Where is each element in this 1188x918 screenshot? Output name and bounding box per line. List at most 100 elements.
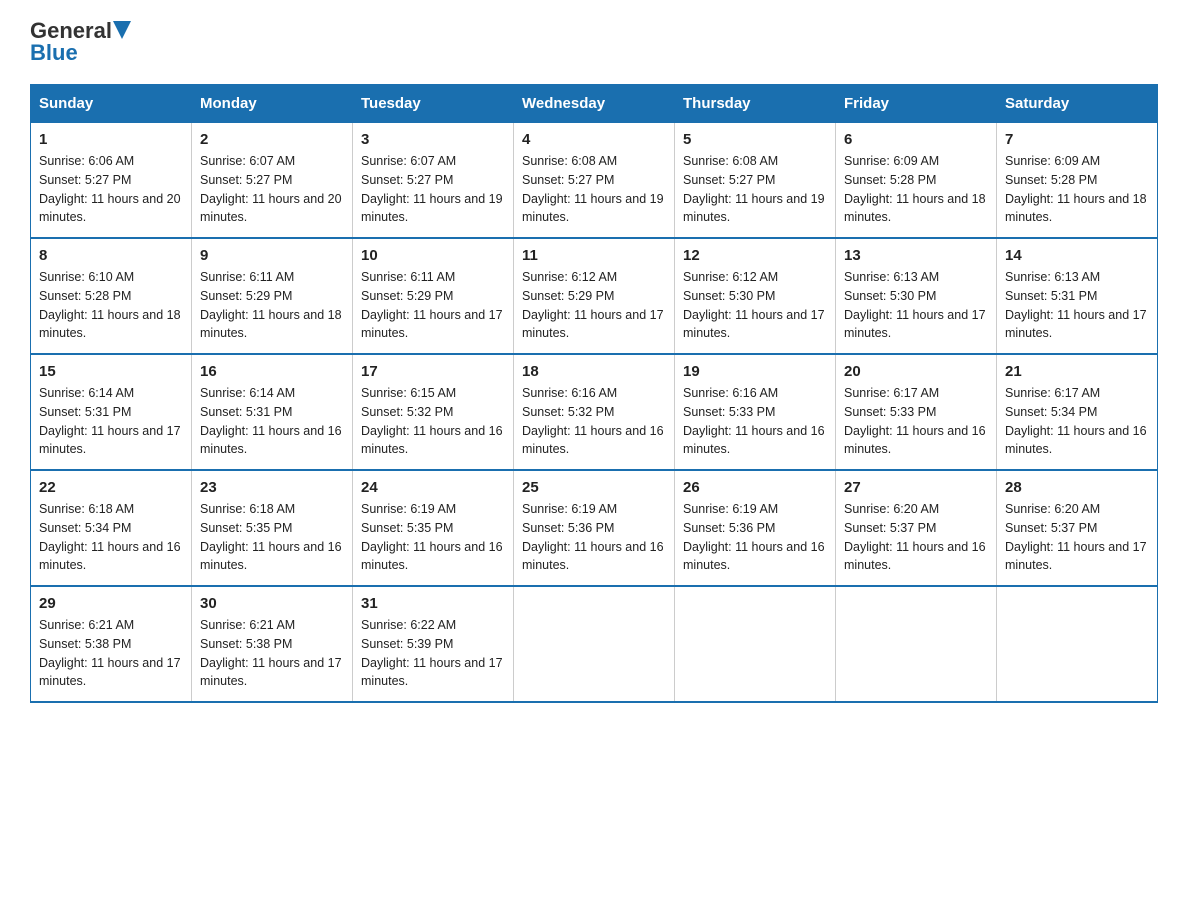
calendar-cell: 7 Sunrise: 6:09 AMSunset: 5:28 PMDayligh…: [997, 123, 1158, 239]
calendar-table: SundayMondayTuesdayWednesdayThursdayFrid…: [30, 84, 1158, 703]
day-info: Sunrise: 6:12 AMSunset: 5:30 PMDaylight:…: [683, 270, 825, 340]
header-monday: Monday: [192, 85, 353, 123]
day-number: 14: [1005, 247, 1149, 264]
header-friday: Friday: [836, 85, 997, 123]
calendar-cell: 14 Sunrise: 6:13 AMSunset: 5:31 PMDaylig…: [997, 238, 1158, 354]
day-info: Sunrise: 6:09 AMSunset: 5:28 PMDaylight:…: [844, 154, 986, 224]
day-info: Sunrise: 6:18 AMSunset: 5:34 PMDaylight:…: [39, 502, 181, 572]
day-info: Sunrise: 6:14 AMSunset: 5:31 PMDaylight:…: [39, 386, 181, 456]
calendar-cell: 2 Sunrise: 6:07 AMSunset: 5:27 PMDayligh…: [192, 123, 353, 239]
calendar-header-row: SundayMondayTuesdayWednesdayThursdayFrid…: [31, 85, 1158, 123]
calendar-cell: 11 Sunrise: 6:12 AMSunset: 5:29 PMDaylig…: [514, 238, 675, 354]
day-info: Sunrise: 6:19 AMSunset: 5:36 PMDaylight:…: [683, 502, 825, 572]
calendar-cell: 31 Sunrise: 6:22 AMSunset: 5:39 PMDaylig…: [353, 586, 514, 702]
day-number: 5: [683, 131, 827, 148]
calendar-cell: 1 Sunrise: 6:06 AMSunset: 5:27 PMDayligh…: [31, 123, 192, 239]
calendar-week-row: 22 Sunrise: 6:18 AMSunset: 5:34 PMDaylig…: [31, 470, 1158, 586]
day-info: Sunrise: 6:19 AMSunset: 5:36 PMDaylight:…: [522, 502, 664, 572]
day-info: Sunrise: 6:21 AMSunset: 5:38 PMDaylight:…: [200, 618, 342, 688]
day-number: 26: [683, 479, 827, 496]
calendar-cell: 30 Sunrise: 6:21 AMSunset: 5:38 PMDaylig…: [192, 586, 353, 702]
day-info: Sunrise: 6:20 AMSunset: 5:37 PMDaylight:…: [844, 502, 986, 572]
calendar-cell: 22 Sunrise: 6:18 AMSunset: 5:34 PMDaylig…: [31, 470, 192, 586]
day-info: Sunrise: 6:20 AMSunset: 5:37 PMDaylight:…: [1005, 502, 1147, 572]
logo: General Blue: [30, 20, 131, 66]
calendar-cell: [836, 586, 997, 702]
day-number: 8: [39, 247, 183, 264]
calendar-week-row: 1 Sunrise: 6:06 AMSunset: 5:27 PMDayligh…: [31, 123, 1158, 239]
header-sunday: Sunday: [31, 85, 192, 123]
day-number: 29: [39, 595, 183, 612]
day-number: 15: [39, 363, 183, 380]
calendar-cell: 28 Sunrise: 6:20 AMSunset: 5:37 PMDaylig…: [997, 470, 1158, 586]
day-number: 2: [200, 131, 344, 148]
calendar-cell: 20 Sunrise: 6:17 AMSunset: 5:33 PMDaylig…: [836, 354, 997, 470]
day-info: Sunrise: 6:08 AMSunset: 5:27 PMDaylight:…: [683, 154, 825, 224]
day-info: Sunrise: 6:07 AMSunset: 5:27 PMDaylight:…: [361, 154, 503, 224]
day-number: 25: [522, 479, 666, 496]
calendar-cell: 4 Sunrise: 6:08 AMSunset: 5:27 PMDayligh…: [514, 123, 675, 239]
logo-general: General: [30, 20, 112, 42]
day-info: Sunrise: 6:12 AMSunset: 5:29 PMDaylight:…: [522, 270, 664, 340]
day-info: Sunrise: 6:22 AMSunset: 5:39 PMDaylight:…: [361, 618, 503, 688]
day-info: Sunrise: 6:17 AMSunset: 5:33 PMDaylight:…: [844, 386, 986, 456]
day-info: Sunrise: 6:14 AMSunset: 5:31 PMDaylight:…: [200, 386, 342, 456]
day-info: Sunrise: 6:16 AMSunset: 5:33 PMDaylight:…: [683, 386, 825, 456]
calendar-week-row: 15 Sunrise: 6:14 AMSunset: 5:31 PMDaylig…: [31, 354, 1158, 470]
day-info: Sunrise: 6:18 AMSunset: 5:35 PMDaylight:…: [200, 502, 342, 572]
day-number: 13: [844, 247, 988, 264]
day-number: 10: [361, 247, 505, 264]
calendar-week-row: 8 Sunrise: 6:10 AMSunset: 5:28 PMDayligh…: [31, 238, 1158, 354]
day-info: Sunrise: 6:07 AMSunset: 5:27 PMDaylight:…: [200, 154, 342, 224]
calendar-cell: [675, 586, 836, 702]
calendar-cell: 25 Sunrise: 6:19 AMSunset: 5:36 PMDaylig…: [514, 470, 675, 586]
calendar-cell: 21 Sunrise: 6:17 AMSunset: 5:34 PMDaylig…: [997, 354, 1158, 470]
day-number: 30: [200, 595, 344, 612]
day-info: Sunrise: 6:11 AMSunset: 5:29 PMDaylight:…: [200, 270, 342, 340]
day-info: Sunrise: 6:17 AMSunset: 5:34 PMDaylight:…: [1005, 386, 1147, 456]
calendar-cell: 23 Sunrise: 6:18 AMSunset: 5:35 PMDaylig…: [192, 470, 353, 586]
day-number: 7: [1005, 131, 1149, 148]
day-info: Sunrise: 6:10 AMSunset: 5:28 PMDaylight:…: [39, 270, 181, 340]
calendar-cell: 16 Sunrise: 6:14 AMSunset: 5:31 PMDaylig…: [192, 354, 353, 470]
calendar-cell: 6 Sunrise: 6:09 AMSunset: 5:28 PMDayligh…: [836, 123, 997, 239]
day-info: Sunrise: 6:16 AMSunset: 5:32 PMDaylight:…: [522, 386, 664, 456]
calendar-cell: 10 Sunrise: 6:11 AMSunset: 5:29 PMDaylig…: [353, 238, 514, 354]
day-number: 20: [844, 363, 988, 380]
day-info: Sunrise: 6:06 AMSunset: 5:27 PMDaylight:…: [39, 154, 181, 224]
calendar-cell: 12 Sunrise: 6:12 AMSunset: 5:30 PMDaylig…: [675, 238, 836, 354]
day-number: 4: [522, 131, 666, 148]
calendar-cell: 24 Sunrise: 6:19 AMSunset: 5:35 PMDaylig…: [353, 470, 514, 586]
day-number: 6: [844, 131, 988, 148]
day-number: 27: [844, 479, 988, 496]
calendar-cell: 26 Sunrise: 6:19 AMSunset: 5:36 PMDaylig…: [675, 470, 836, 586]
calendar-cell: [997, 586, 1158, 702]
calendar-cell: [514, 586, 675, 702]
calendar-cell: 17 Sunrise: 6:15 AMSunset: 5:32 PMDaylig…: [353, 354, 514, 470]
header-tuesday: Tuesday: [353, 85, 514, 123]
day-number: 9: [200, 247, 344, 264]
day-number: 23: [200, 479, 344, 496]
calendar-week-row: 29 Sunrise: 6:21 AMSunset: 5:38 PMDaylig…: [31, 586, 1158, 702]
calendar-cell: 9 Sunrise: 6:11 AMSunset: 5:29 PMDayligh…: [192, 238, 353, 354]
day-info: Sunrise: 6:13 AMSunset: 5:30 PMDaylight:…: [844, 270, 986, 340]
header-wednesday: Wednesday: [514, 85, 675, 123]
day-info: Sunrise: 6:08 AMSunset: 5:27 PMDaylight:…: [522, 154, 664, 224]
day-info: Sunrise: 6:11 AMSunset: 5:29 PMDaylight:…: [361, 270, 503, 340]
day-number: 16: [200, 363, 344, 380]
day-info: Sunrise: 6:09 AMSunset: 5:28 PMDaylight:…: [1005, 154, 1147, 224]
calendar-cell: 29 Sunrise: 6:21 AMSunset: 5:38 PMDaylig…: [31, 586, 192, 702]
calendar-cell: 15 Sunrise: 6:14 AMSunset: 5:31 PMDaylig…: [31, 354, 192, 470]
header-thursday: Thursday: [675, 85, 836, 123]
day-info: Sunrise: 6:19 AMSunset: 5:35 PMDaylight:…: [361, 502, 503, 572]
day-info: Sunrise: 6:15 AMSunset: 5:32 PMDaylight:…: [361, 386, 503, 456]
calendar-cell: 18 Sunrise: 6:16 AMSunset: 5:32 PMDaylig…: [514, 354, 675, 470]
day-number: 3: [361, 131, 505, 148]
day-number: 18: [522, 363, 666, 380]
header-saturday: Saturday: [997, 85, 1158, 123]
day-info: Sunrise: 6:13 AMSunset: 5:31 PMDaylight:…: [1005, 270, 1147, 340]
calendar-cell: 19 Sunrise: 6:16 AMSunset: 5:33 PMDaylig…: [675, 354, 836, 470]
day-number: 28: [1005, 479, 1149, 496]
day-info: Sunrise: 6:21 AMSunset: 5:38 PMDaylight:…: [39, 618, 181, 688]
day-number: 31: [361, 595, 505, 612]
